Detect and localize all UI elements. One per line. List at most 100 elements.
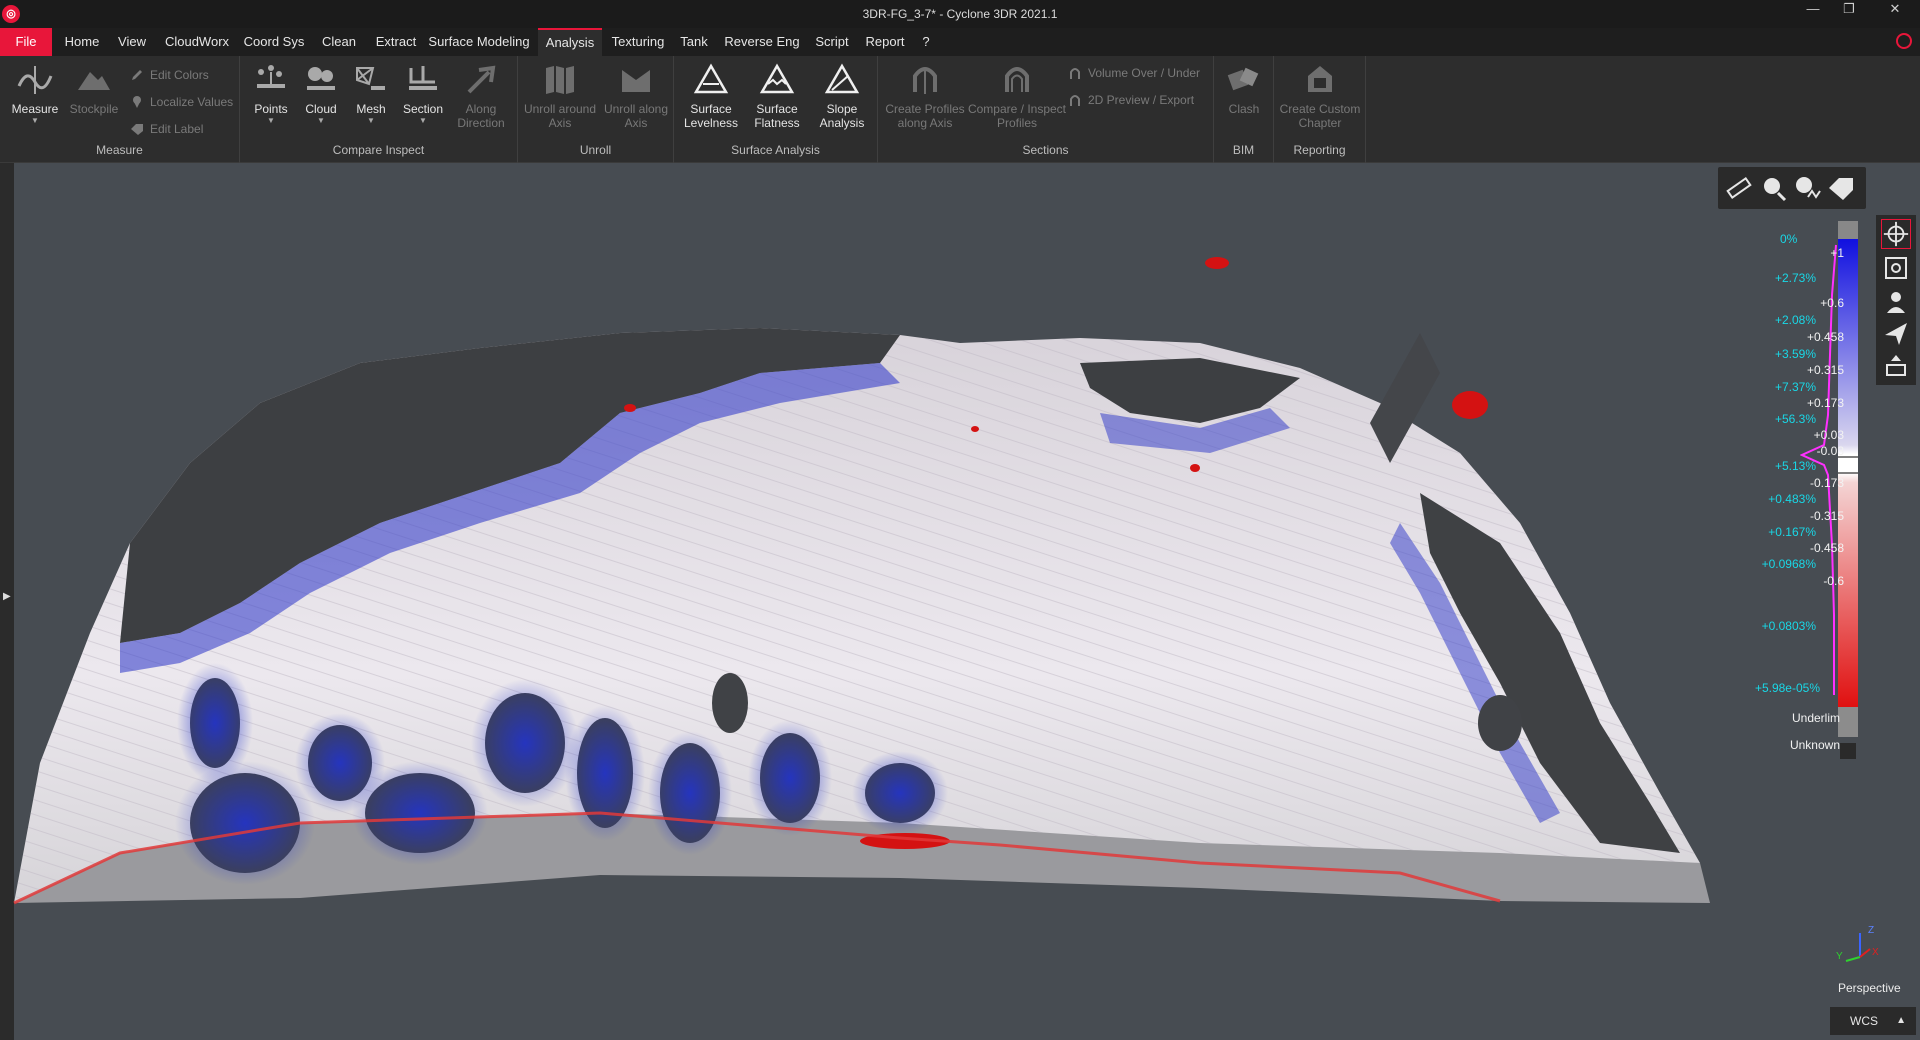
preview-export-label: 2D Preview / Export (1088, 93, 1195, 107)
create-profiles-label-1: Create Profiles (885, 102, 965, 116)
volume-over-under-button[interactable]: Volume Over / Under (1068, 64, 1200, 82)
menu-help[interactable]: ? (914, 28, 938, 56)
menu-coord-sys[interactable]: Coord Sys (240, 28, 308, 56)
create-custom-chapter-button[interactable]: Create Custom Chapter (1278, 62, 1362, 130)
menu-extract[interactable]: Extract (370, 28, 422, 56)
stockpile-button[interactable]: Stockpile (66, 62, 122, 116)
legend-percent-11: +0.0803% (1761, 619, 1816, 633)
cloud-label: Cloud (305, 102, 337, 116)
legend-percent-4: +7.37% (1774, 380, 1816, 394)
points-button[interactable]: Points ▼ (248, 62, 294, 126)
menu-analysis[interactable]: Analysis (538, 28, 602, 56)
scale-underlimit-swatch (1838, 707, 1858, 737)
menu-reverse-eng[interactable]: Reverse Eng (720, 28, 804, 56)
edit-colors-button[interactable]: Edit Colors (130, 66, 209, 84)
legend-percent-8: +0.483% (1768, 492, 1816, 506)
account-icon[interactable] (1896, 33, 1912, 49)
surface-flatness-label-1: Surface (756, 102, 798, 116)
preview-export-button[interactable]: 2D Preview / Export (1068, 91, 1194, 109)
triangle-levelness-icon (693, 63, 729, 94)
legend-percent-2: +2.08% (1774, 313, 1816, 327)
projection-mode-label: Perspective (1838, 981, 1901, 995)
compare-profiles-label-1: Compare / Inspect (967, 102, 1067, 116)
menu-texturing[interactable]: Texturing (608, 28, 668, 56)
surface-levelness-button[interactable]: Surface Levelness (680, 62, 742, 130)
unroll-along-axis-button[interactable]: Unroll along Axis (600, 62, 672, 130)
arrow-diagonal-icon (467, 65, 496, 94)
edit-label-button[interactable]: Edit Label (130, 120, 203, 138)
legend-underlimit: Underlim (1791, 711, 1840, 725)
along-direction-label-2: Direction (457, 116, 505, 130)
unroll-along-icon (622, 70, 650, 92)
title-bar: ◎ 3DR-FG_3-7* - Cyclone 3DR 2021.1 — ❐ ✕ (0, 0, 1920, 28)
legend-percent-12: +5.98e-05% (1754, 681, 1820, 695)
menu-bar: File Home View CloudWorx Coord Sys Clean… (0, 28, 1920, 56)
triangle-flatness-icon (759, 63, 795, 94)
report-chapter-icon (1308, 66, 1332, 92)
axis-z-label: Z (1868, 925, 1875, 936)
unroll-along-label-1: Unroll along (603, 102, 669, 116)
measure-icon (17, 66, 53, 94)
points-icon (257, 65, 285, 88)
group-compare-label: Compare Inspect (332, 143, 425, 157)
compare-profiles-button[interactable]: Compare / Inspect Profiles (966, 62, 1068, 130)
clash-icon (1227, 67, 1259, 91)
coordinate-system-selector[interactable]: WCS ▲ (1830, 1007, 1916, 1035)
legend-value-6: +0.03 (1813, 428, 1844, 442)
measure-button[interactable]: Measure ▼ (8, 62, 62, 126)
group-measure: Measure ▼ Stockpile Edit Colors Localize… (0, 56, 240, 163)
group-unroll: Unroll around Axis Unroll along Axis Unr… (518, 56, 674, 163)
3d-viewport[interactable]: ▶ 0% +1 +2.73% +0.6 +2.08% +0.458 +3.59%… (0, 163, 1920, 1040)
close-button[interactable]: ✕ (1878, 0, 1912, 20)
menu-cloudworx[interactable]: CloudWorx (160, 28, 234, 56)
volume-arch-icon (1070, 68, 1080, 79)
clash-button[interactable]: Clash (1220, 62, 1268, 116)
legend-unknown: Unknown (1789, 738, 1840, 752)
legend-value-1: +1 (1830, 246, 1844, 260)
slope-analysis-label-2: Analysis (819, 116, 865, 130)
group-surface-label: Surface Analysis (731, 143, 820, 157)
menu-script[interactable]: Script (810, 28, 854, 56)
section-label: Section (402, 102, 444, 116)
legend-percent-3: +3.59% (1774, 347, 1816, 361)
unroll-along-label-2: Axis (624, 116, 648, 130)
menu-home[interactable]: Home (58, 28, 106, 56)
minimize-button[interactable]: — (1796, 0, 1830, 20)
legend-percent-1: +2.73% (1774, 271, 1816, 285)
menu-report[interactable]: Report (860, 28, 910, 56)
ruler-icon[interactable] (1724, 173, 1754, 203)
section-button[interactable]: Section ▼ (398, 62, 448, 126)
along-direction-button[interactable]: Along Direction (450, 62, 512, 130)
label-tag-icon[interactable] (1826, 173, 1856, 203)
surface-flatness-button[interactable]: Surface Flatness (746, 62, 808, 130)
cloud-button[interactable]: Cloud ▼ (298, 62, 344, 126)
slope-analysis-button[interactable]: Slope Analysis (812, 62, 872, 130)
menu-clean[interactable]: Clean (314, 28, 364, 56)
unroll-around-label-2: Axis (548, 116, 572, 130)
legend-value-4: +0.315 (1806, 363, 1844, 377)
cloud-icon (307, 67, 335, 90)
tag-pin-icon[interactable] (1758, 173, 1788, 203)
chevron-down-icon: ▼ (317, 116, 325, 125)
restore-button[interactable]: ❐ (1832, 0, 1866, 20)
create-profiles-button[interactable]: Create Profiles along Axis (884, 62, 966, 130)
menu-file[interactable]: File (0, 28, 52, 56)
edit-label-label: Edit Label (150, 122, 204, 136)
localize-values-button[interactable]: Localize Values (130, 93, 233, 111)
stockpile-icon (78, 72, 110, 90)
menu-view[interactable]: View (110, 28, 154, 56)
unroll-around-axis-button[interactable]: Unroll around Axis (522, 62, 598, 130)
menu-tank[interactable]: Tank (674, 28, 714, 56)
chevron-down-icon: ▼ (31, 116, 39, 125)
pin-icon (133, 96, 141, 108)
stockpile-label: Stockpile (69, 102, 119, 116)
mesh-button[interactable]: Mesh ▼ (348, 62, 394, 126)
deviation-point-cloud[interactable] (0, 163, 1920, 1040)
coordinate-system-label: WCS (1850, 1014, 1878, 1028)
legend-value-9: -0.315 (1809, 509, 1844, 523)
legend-percent-7: +5.13% (1774, 459, 1816, 473)
along-direction-label-1: Along (465, 102, 497, 116)
menu-surface-modeling[interactable]: Surface Modeling (428, 28, 530, 56)
create-profiles-label-2: along Axis (897, 116, 953, 130)
tag-profile-icon[interactable] (1792, 173, 1822, 203)
